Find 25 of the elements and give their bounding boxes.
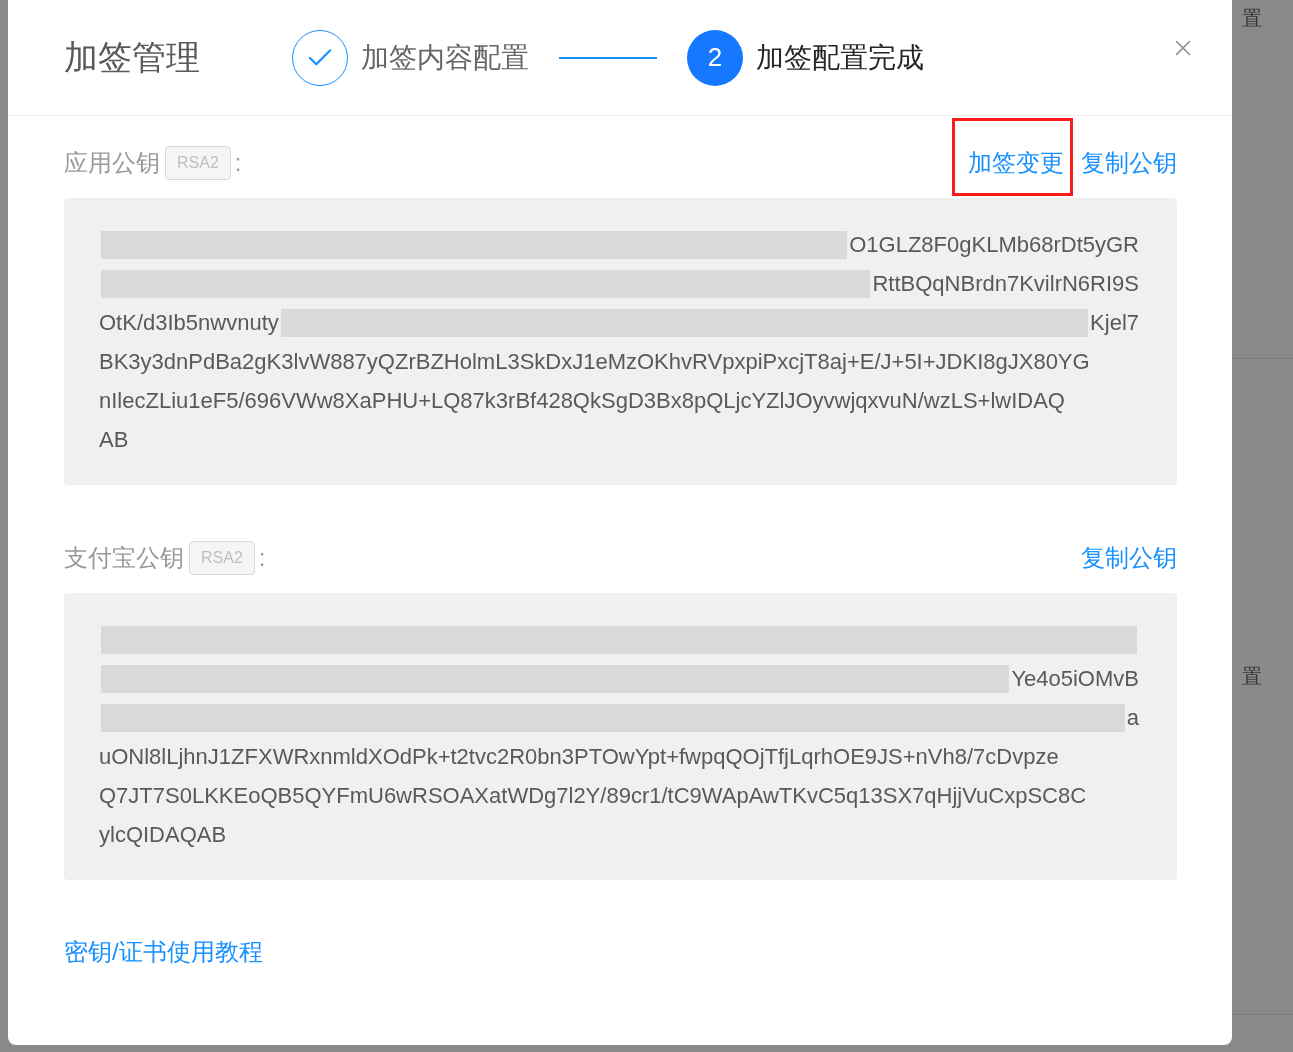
background-text: 置 <box>1242 6 1263 30</box>
action-link[interactable]: 复制公钥 <box>1081 147 1177 178</box>
background-text: 置 <box>1242 664 1263 688</box>
step-label: 加签内容配置 <box>361 40 529 75</box>
label-colon: : <box>258 542 266 573</box>
key-label: 支付宝公钥 <box>64 542 184 573</box>
key-text-line: Kjel7 <box>1090 308 1139 337</box>
key-text-line: Q7JT7S0LKKEoQB5QYFmU6wRSOAXatWDg7l2Y/89cr1/tC9WApAwTKvC5q13SX7qHjjVuCxpSC8C <box>99 781 1087 810</box>
key-text-line: a <box>1126 703 1139 732</box>
key-text-line: AB <box>99 425 129 454</box>
key-text-line: Ye4o5iOMvB <box>1011 664 1139 693</box>
key-text-line: RttBQqNBrdn7KvilrN6RI9S <box>872 269 1139 298</box>
step-label: 加签配置完成 <box>756 40 924 75</box>
label-colon: : <box>234 147 242 178</box>
key-text-line: ylcQIDAQAB <box>99 820 227 849</box>
action-link[interactable]: 加签变更 <box>968 147 1064 178</box>
key-text-line: O1GLZ8F0gKLMb68rDt5yGR <box>849 230 1139 259</box>
modal-title: 加签管理 <box>64 37 200 78</box>
tutorial-link[interactable]: 密钥/证书使用教程 <box>64 937 263 967</box>
key-text-line: OtK/d3Ib5nwvnuty <box>99 308 279 337</box>
key-text-line: BK3y3dnPdBa2gK3lvW887yQZrBZHolmL3SkDxJ1eMzOKhvRVpxpiPxcjT8aj+E/J+5I+JDKI8gJX80YG <box>99 347 1090 376</box>
action-link[interactable]: 复制公钥 <box>1081 542 1177 573</box>
key-text-line: nIlecZLiu1eF5/696VWw8XaPHU+LQ87k3rBf428QkSgD3Bx8pQLjcYZlJOyvwjqxvuN/wzLS+lwIDAQ <box>99 386 1065 415</box>
key-label: 应用公钥 <box>64 147 160 178</box>
key-text-line: uONl8lLjhnJ1ZFXWRxnmldXOdPk+t2tvc2R0bn3PTOwYpt+fwpqQOjTfjLqrhOE9JS+nVh8/7cDvpze <box>99 742 1059 771</box>
